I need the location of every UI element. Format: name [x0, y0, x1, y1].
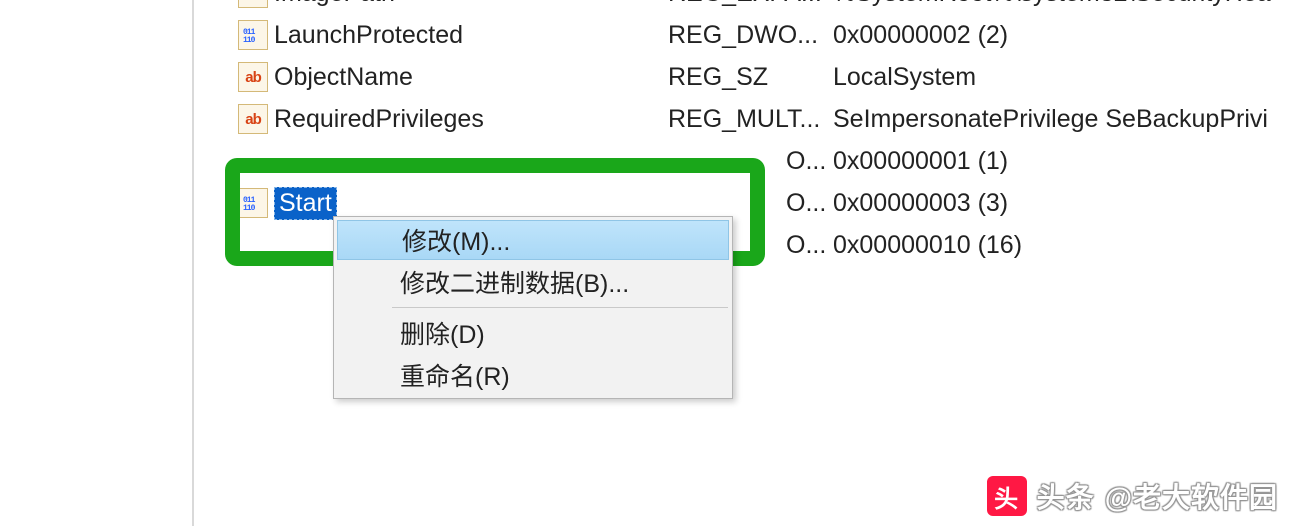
menu-delete[interactable]: 删除(D) — [336, 312, 730, 354]
reg-sz-icon: ab — [238, 62, 268, 92]
value-data: 0x00000010 (16) — [833, 231, 1290, 260]
value-type: REG_MULT... — [668, 105, 833, 134]
value-type: REG_SZ — [668, 63, 833, 92]
value-name: RequiredPrivileges — [274, 105, 484, 134]
value-name: ObjectName — [274, 63, 413, 92]
value-name: ImagePath — [274, 0, 395, 8]
value-type: REG_EXPA... — [668, 0, 833, 8]
value-data: 0x00000001 (1) — [833, 147, 1290, 176]
watermark: 头 头条 @老大软件园 — [987, 476, 1278, 516]
value-data: SeImpersonatePrivilege SeBackupPrivi — [833, 105, 1290, 134]
context-menu: 修改(M)... 修改二进制数据(B)... 删除(D) 重命名(R) — [333, 216, 733, 399]
reg-dword-icon: 011110 — [238, 188, 268, 218]
reg-multi-sz-icon: ab — [238, 104, 268, 134]
svg-text:110: 110 — [243, 36, 256, 44]
value-type: REG_DWO... — [668, 21, 833, 50]
watermark-prefix: 头条 — [1037, 476, 1095, 516]
tree-divider — [192, 0, 194, 526]
table-row[interactable]: 011110 LaunchProtected REG_DWO... 0x0000… — [238, 14, 1290, 56]
reg-sz-icon: ab — [238, 0, 268, 8]
table-row[interactable]: ab RequiredPrivileges REG_MULT... SeImpe… — [238, 98, 1290, 140]
value-data: %SystemRoot%\system32\SecurityHea — [833, 0, 1290, 8]
menu-separator — [392, 307, 728, 308]
table-row[interactable]: ServiceSidType O... 0x00000001 (1) — [238, 140, 1290, 182]
svg-text:110: 110 — [243, 204, 256, 212]
table-row[interactable]: ab ImagePath REG_EXPA... %SystemRoot%\sy… — [238, 0, 1290, 14]
value-type: O... — [668, 147, 833, 176]
menu-modify[interactable]: 修改(M)... — [337, 220, 729, 260]
value-data: LocalSystem — [833, 63, 1290, 92]
menu-modify-binary[interactable]: 修改二进制数据(B)... — [336, 261, 730, 303]
value-data: 0x00000002 (2) — [833, 21, 1290, 50]
menu-rename[interactable]: 重命名(R) — [336, 354, 730, 396]
value-data: 0x00000003 (3) — [833, 189, 1290, 218]
watermark-icon: 头 — [987, 476, 1027, 516]
reg-dword-icon: 011110 — [238, 20, 268, 50]
value-name-selected: Start — [274, 187, 337, 220]
watermark-text: @老大软件园 — [1105, 476, 1278, 516]
table-row[interactable]: ab ObjectName REG_SZ LocalSystem — [238, 56, 1290, 98]
value-name: LaunchProtected — [274, 21, 463, 50]
value-type: O... — [668, 189, 833, 218]
